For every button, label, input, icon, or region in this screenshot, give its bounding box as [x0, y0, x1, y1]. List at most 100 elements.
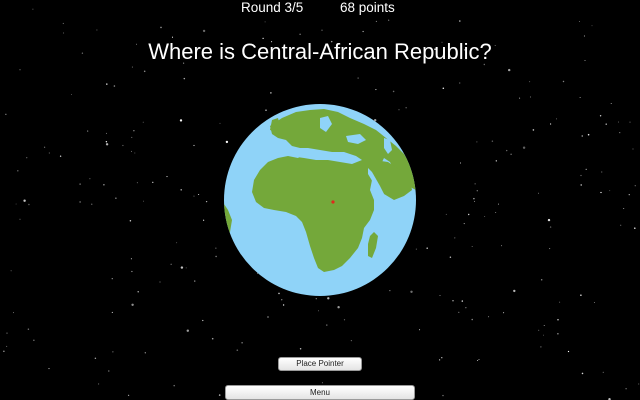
star	[392, 90, 395, 93]
star	[159, 281, 161, 283]
star	[543, 334, 544, 336]
star	[438, 359, 441, 361]
star	[267, 316, 269, 318]
star	[111, 278, 113, 280]
star	[321, 382, 323, 384]
location-pointer-marker	[331, 200, 335, 204]
star	[215, 247, 217, 249]
star	[236, 349, 239, 352]
star	[194, 280, 196, 282]
star	[459, 162, 462, 164]
star	[632, 148, 634, 150]
star	[580, 294, 582, 296]
star	[10, 270, 12, 272]
star	[202, 29, 206, 33]
star	[43, 146, 46, 148]
star	[476, 141, 478, 143]
star	[19, 69, 21, 71]
star	[96, 29, 98, 31]
question-text: Where is Central-African Republic?	[148, 39, 492, 64]
star	[459, 82, 461, 84]
star	[111, 311, 113, 313]
star	[218, 394, 221, 396]
star	[467, 213, 470, 216]
star	[48, 152, 51, 154]
star	[459, 20, 461, 22]
score-points: 68 points	[340, 0, 395, 15]
star	[144, 352, 146, 354]
star	[629, 121, 631, 123]
place-pointer-button[interactable]: Place Pointer	[278, 357, 362, 371]
star	[618, 121, 620, 123]
star	[32, 8, 34, 10]
star	[299, 347, 302, 350]
star	[522, 146, 526, 149]
star	[538, 329, 540, 331]
star	[299, 33, 301, 35]
round-counter: Round 3/5	[241, 0, 304, 15]
star	[513, 289, 516, 293]
star	[445, 213, 447, 215]
star	[506, 149, 508, 152]
star	[183, 77, 186, 80]
star	[26, 157, 28, 159]
star	[205, 200, 208, 203]
star	[143, 70, 146, 73]
star	[203, 219, 205, 221]
star	[131, 150, 133, 152]
star	[463, 223, 465, 225]
star	[133, 130, 135, 132]
star	[89, 178, 91, 180]
star	[602, 371, 604, 374]
star	[15, 203, 17, 205]
star	[484, 216, 486, 217]
star	[281, 299, 283, 301]
star	[28, 203, 30, 206]
star	[587, 133, 590, 136]
star	[549, 226, 552, 228]
star	[620, 224, 622, 226]
star	[491, 140, 494, 142]
star	[79, 183, 81, 185]
star	[540, 279, 543, 281]
star	[108, 370, 110, 372]
star	[619, 132, 621, 134]
star	[452, 300, 454, 302]
star	[241, 341, 243, 344]
star	[600, 191, 602, 194]
star	[471, 318, 473, 321]
star	[419, 329, 421, 331]
star	[623, 207, 625, 210]
star	[540, 346, 542, 348]
star	[59, 155, 62, 157]
star	[143, 200, 144, 202]
star	[105, 140, 108, 143]
star	[559, 301, 561, 303]
globe-map[interactable]	[224, 104, 416, 296]
star	[122, 144, 124, 147]
star	[87, 130, 89, 132]
star	[142, 121, 144, 123]
star	[557, 319, 559, 321]
star	[127, 394, 130, 396]
star	[628, 194, 630, 196]
star	[495, 212, 497, 213]
star	[186, 329, 189, 332]
star	[578, 20, 580, 22]
star	[441, 357, 443, 359]
star	[180, 189, 182, 191]
star	[136, 182, 138, 184]
star	[170, 263, 172, 265]
star	[458, 311, 460, 313]
star	[474, 183, 476, 185]
star	[580, 184, 582, 186]
star	[599, 115, 602, 117]
star	[634, 185, 636, 187]
star	[185, 267, 187, 269]
star	[610, 103, 612, 105]
star	[478, 359, 480, 360]
menu-button[interactable]: Menu	[225, 385, 415, 400]
star	[605, 123, 607, 125]
star	[362, 30, 364, 33]
star	[375, 89, 377, 91]
